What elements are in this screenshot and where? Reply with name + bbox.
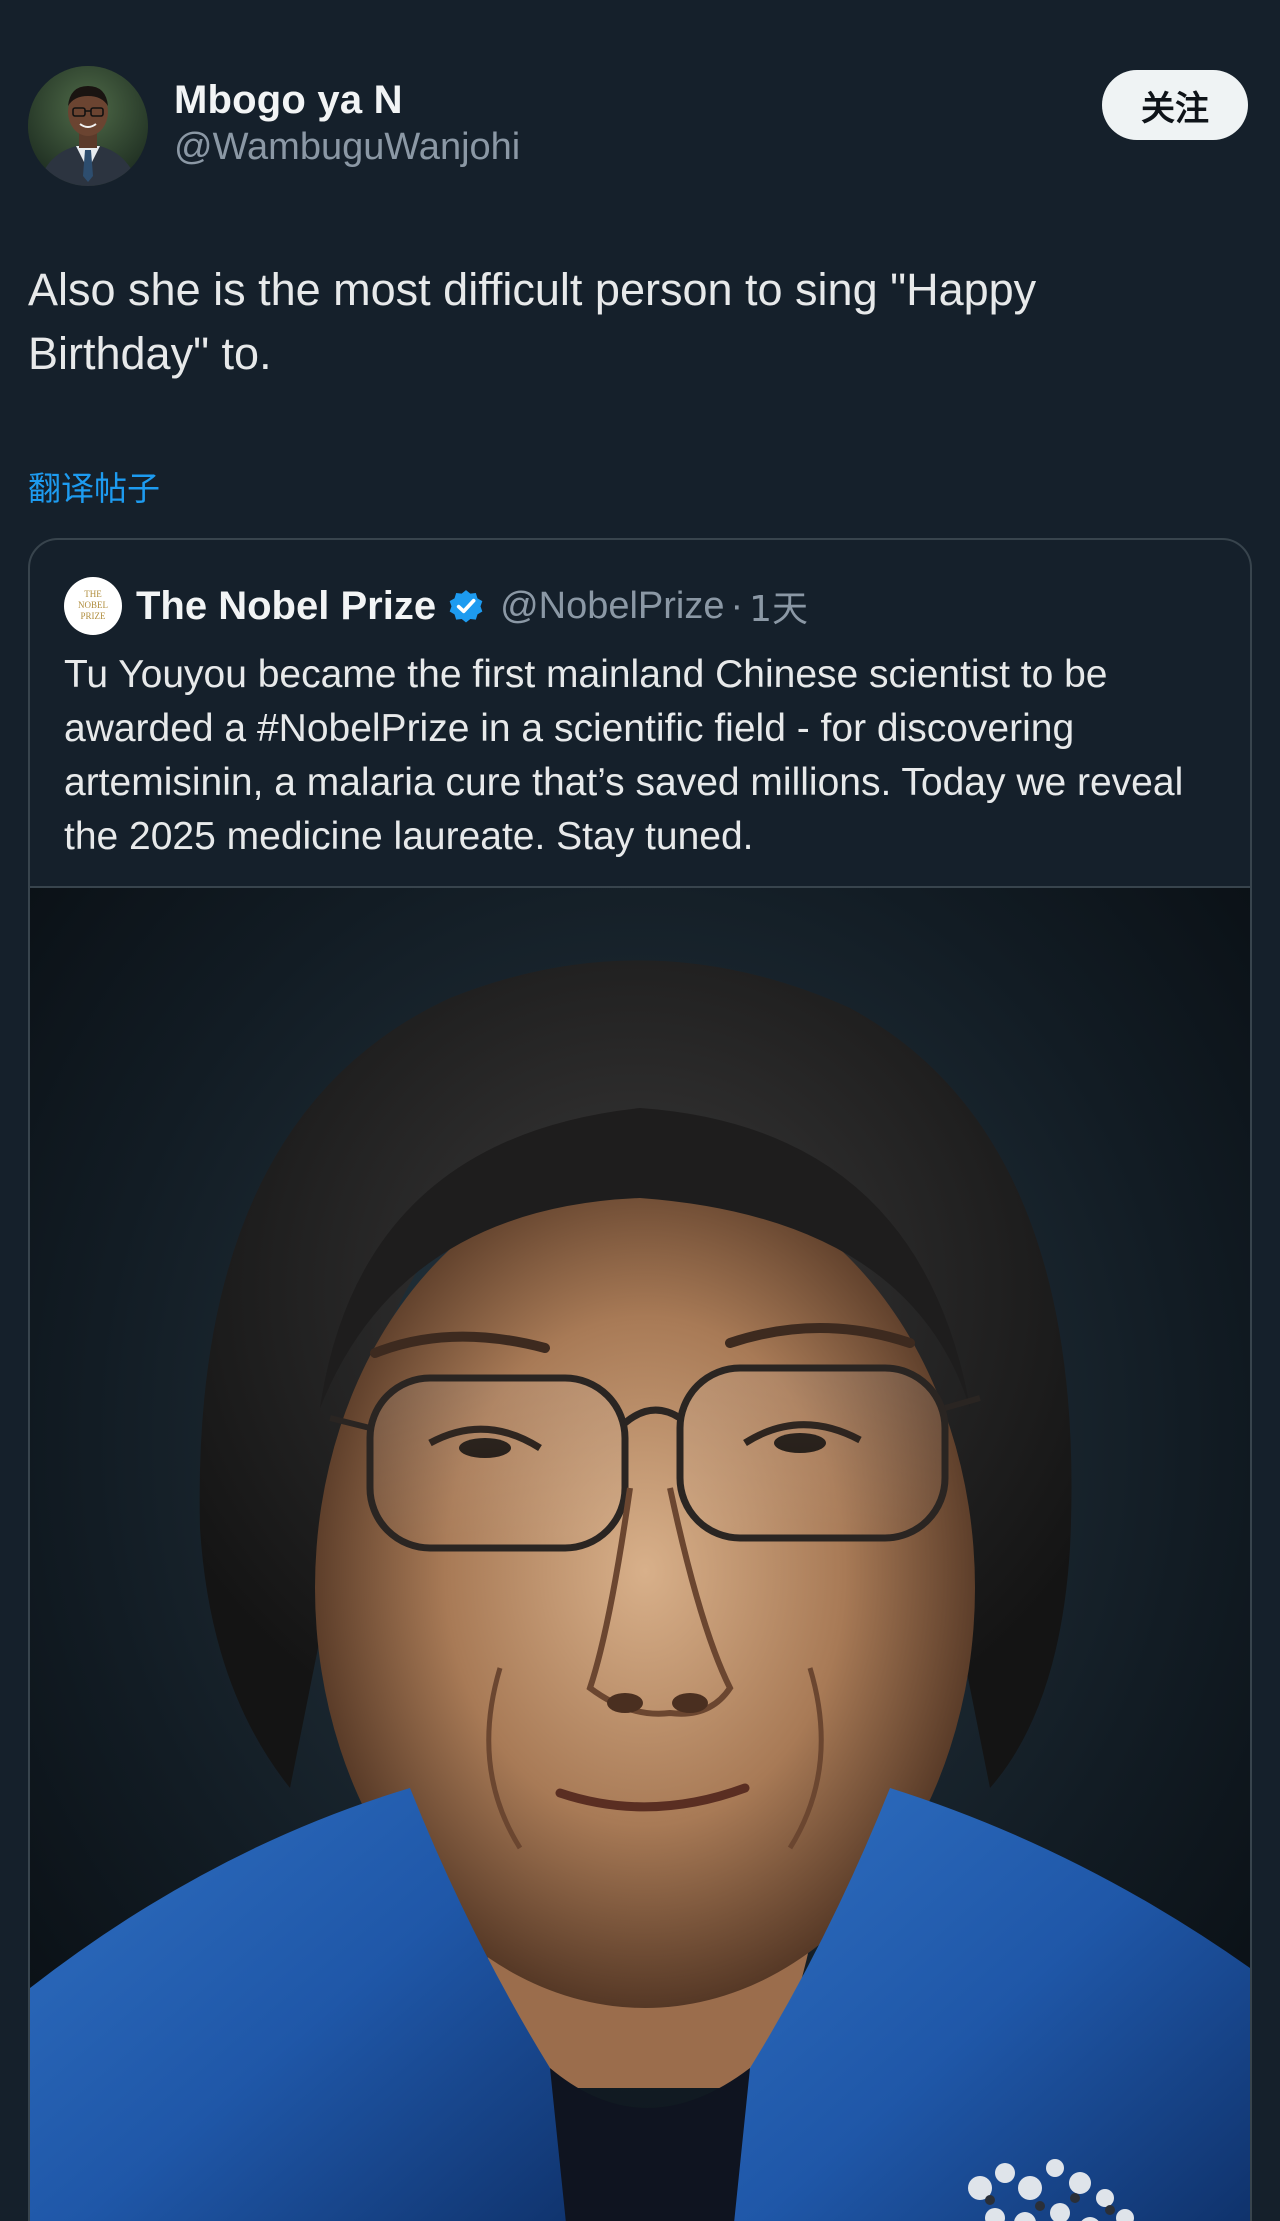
author-name-block: Mbogo ya N @WambuguWanjohi <box>174 76 520 170</box>
nobel-prize-logo-icon-graphic: THE NOBEL PRIZE <box>65 578 121 634</box>
quoted-author-handle[interactable]: @NobelPrize <box>500 585 724 628</box>
post-text: Also she is the most difficult person to… <box>28 264 1037 379</box>
author-handle[interactable]: @WambuguWanjohi <box>174 124 520 170</box>
person-avatar-icon <box>28 66 148 186</box>
verified-badge-icon <box>446 586 486 626</box>
quoted-post-time[interactable]: 1天 <box>749 580 808 632</box>
post-header: Mbogo ya N @WambuguWanjohi 关注 <box>28 66 1252 190</box>
quoted-post-text: Tu Youyou became the first mainland Chin… <box>64 653 1184 858</box>
meta-separator: · <box>730 584 744 627</box>
svg-text:NOBEL: NOBEL <box>78 600 108 610</box>
author-display-name[interactable]: Mbogo ya N <box>174 76 520 124</box>
quoted-post-photo[interactable] <box>30 886 1250 2221</box>
svg-text:THE: THE <box>84 589 102 599</box>
post-page: Mbogo ya N @WambuguWanjohi 关注 Also she i… <box>0 0 1280 2221</box>
nobel-prize-logo-icon[interactable]: THE NOBEL PRIZE <box>64 577 122 635</box>
quoted-author-display-name[interactable]: The Nobel Prize <box>136 584 436 629</box>
portrait-photo-graphic <box>30 888 1250 2221</box>
quoted-post-card[interactable]: THE NOBEL PRIZE The Nobel Prize @NobelPr… <box>28 538 1252 2221</box>
follow-button[interactable]: 关注 <box>1102 70 1248 140</box>
author-avatar[interactable] <box>28 66 148 186</box>
svg-text:PRIZE: PRIZE <box>80 611 106 621</box>
translate-post-link[interactable]: 翻译帖子 <box>28 462 160 510</box>
quoted-post-header: THE NOBEL PRIZE The Nobel Prize @NobelPr… <box>64 576 808 636</box>
